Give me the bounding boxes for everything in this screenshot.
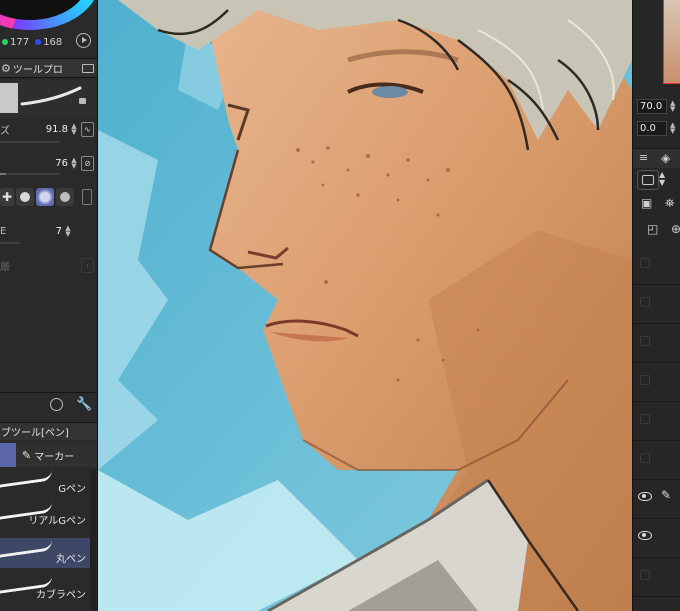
brush-size-slider[interactable] (0, 141, 60, 143)
brush-item-g-pen[interactable]: Gペン (0, 468, 90, 498)
new-layer-icon[interactable]: ⊕ (671, 222, 680, 236)
layer-row[interactable] (633, 558, 680, 597)
brush-name: Gペン (58, 484, 86, 495)
brush-tip-blur-icon[interactable] (56, 188, 74, 206)
layer-row[interactable]: ✎ (633, 480, 680, 519)
layer-row[interactable] (633, 285, 680, 324)
green-dot-icon (2, 39, 8, 45)
opacity-pressure-icon[interactable]: ⊘ (81, 155, 94, 171)
layer-mode-spinner[interactable]: ▲ ▼ (659, 171, 665, 187)
brush-name: カブラペン (36, 590, 86, 601)
mask-icon[interactable]: ◰ (647, 222, 658, 236)
menu-icon[interactable]: ≡ (639, 151, 648, 164)
layers-icon[interactable]: ◈ (661, 151, 670, 165)
navigator-thumbnail[interactable] (663, 0, 680, 84)
density-value[interactable]: 7 (56, 226, 62, 237)
brush-stroke-icon (0, 470, 52, 488)
brush-size-value[interactable]: 91.8 (46, 124, 68, 135)
brush-tip-chevron-icon[interactable] (82, 189, 92, 205)
eye-icon[interactable] (638, 492, 652, 501)
brush-item-kabura-pen[interactable]: カブラペン (0, 574, 90, 604)
brush-size-row[interactable]: ズ 91.8 ▲ ▼ ∿ (0, 118, 97, 140)
play-circle-icon[interactable] (76, 33, 91, 48)
visibility-box[interactable] (640, 375, 650, 385)
right-panel: 70.0 ▲▼ 0.0 ▲▼ ≡ ◈ ▲▼ ▣ ⛯ ◰ ⊕ ✎ (632, 0, 680, 611)
layer-mode-button[interactable] (637, 170, 659, 190)
brush-tip-round-icon[interactable] (16, 188, 34, 206)
clip-icon[interactable]: ▣ (641, 196, 652, 210)
eye-icon[interactable] (638, 531, 652, 540)
clock-icon[interactable] (50, 398, 63, 411)
brush-size-spinner[interactable]: ▲ ▼ (70, 123, 78, 136)
brush-stroke-icon (0, 540, 52, 558)
tool-property-tab[interactable]: ⚙ ツールプロ (0, 58, 97, 78)
disabled-param-chevron-icon: › (81, 257, 94, 273)
gear-icon: ⚙ (1, 61, 11, 75)
disabled-param-row: 厳 › (0, 254, 97, 276)
tool-panel: 177 168 ⚙ ツールプロ ズ 91.8 ▲▼ ∿ 76 ▲▼ ⊘ ✚ (0, 0, 98, 611)
subtool-scrollbar[interactable] (90, 470, 96, 611)
density-row[interactable]: E 7 ▲ ▼ (0, 220, 97, 242)
panel-menu-icon[interactable] (82, 63, 94, 73)
tool-property-label: ツールプロ (12, 64, 63, 76)
green-value[interactable]: 177 (10, 37, 29, 48)
brush-tip-row: ✚ (0, 184, 97, 210)
layer-row[interactable] (633, 324, 680, 363)
zoom-field[interactable]: 70.0 (637, 99, 667, 114)
opacity-slider[interactable] (0, 173, 60, 175)
blue-value[interactable]: 168 (43, 37, 62, 48)
subtool-header[interactable]: ブツール[ペン] (0, 422, 97, 440)
visibility-box[interactable] (640, 297, 650, 307)
visibility-box[interactable] (640, 570, 650, 580)
artwork (98, 0, 632, 611)
opacity-value[interactable]: 76 (55, 158, 68, 169)
tab-marker[interactable]: ✎ マーカー (16, 443, 97, 467)
visibility-box[interactable] (640, 336, 650, 346)
marker-icon: ✎ (22, 448, 32, 462)
tab-pen[interactable] (0, 443, 16, 467)
density-slider[interactable] (0, 242, 20, 244)
opacity-row[interactable]: 76 ▲ ▼ ⊘ (0, 152, 97, 174)
opacity-spinner[interactable]: ▲ ▼ (70, 157, 78, 170)
pen-icon: ✎ (661, 488, 672, 502)
layer-row[interactable] (633, 441, 680, 480)
blue-dot-icon (35, 39, 42, 45)
layer-row[interactable] (633, 246, 680, 285)
wrench-icon[interactable]: 🔧 (76, 397, 92, 412)
brush-item-real-g-pen[interactable]: リアルGペン (0, 500, 90, 530)
visibility-box[interactable] (640, 258, 650, 268)
zoom-spinner[interactable]: ▲ ▼ (670, 100, 675, 113)
angle-spinner[interactable]: ▲ ▼ (670, 122, 675, 135)
layer-row[interactable] (633, 519, 680, 558)
brush-name: 丸ペン (56, 554, 86, 565)
density-label: E (0, 225, 7, 237)
brush-size-pressure-icon[interactable]: ∿ (81, 121, 94, 137)
layer-panel-header: ≡ ◈ (633, 148, 680, 168)
brush-size-label: ズ (0, 125, 10, 137)
layer-row[interactable] (633, 402, 680, 441)
angle-field[interactable]: 0.0 (637, 121, 667, 136)
brush-preview (0, 80, 97, 118)
lock-icon[interactable] (79, 98, 86, 104)
subtool-tabs: ✎ マーカー (0, 443, 97, 467)
drawing-canvas[interactable] (98, 0, 632, 611)
reference-icon[interactable]: ⛯ (665, 196, 675, 211)
visibility-box[interactable] (640, 453, 650, 463)
brush-tip-cross-icon[interactable]: ✚ (0, 188, 14, 206)
opacity-slider-fill (0, 173, 6, 175)
tool-panel-footer: 🔧 (0, 392, 97, 416)
visibility-box[interactable] (640, 414, 650, 424)
tab-marker-label: マーカー (34, 451, 75, 463)
square-icon (642, 175, 654, 185)
brush-name: リアルGペン (28, 516, 86, 527)
brush-tip-soft-icon[interactable] (36, 188, 54, 206)
layer-row[interactable] (633, 363, 680, 402)
disabled-param-label: 厳 (0, 261, 10, 273)
brush-item-maru-pen[interactable]: 丸ペン (0, 538, 90, 568)
density-spinner[interactable]: ▲ ▼ (64, 225, 72, 238)
